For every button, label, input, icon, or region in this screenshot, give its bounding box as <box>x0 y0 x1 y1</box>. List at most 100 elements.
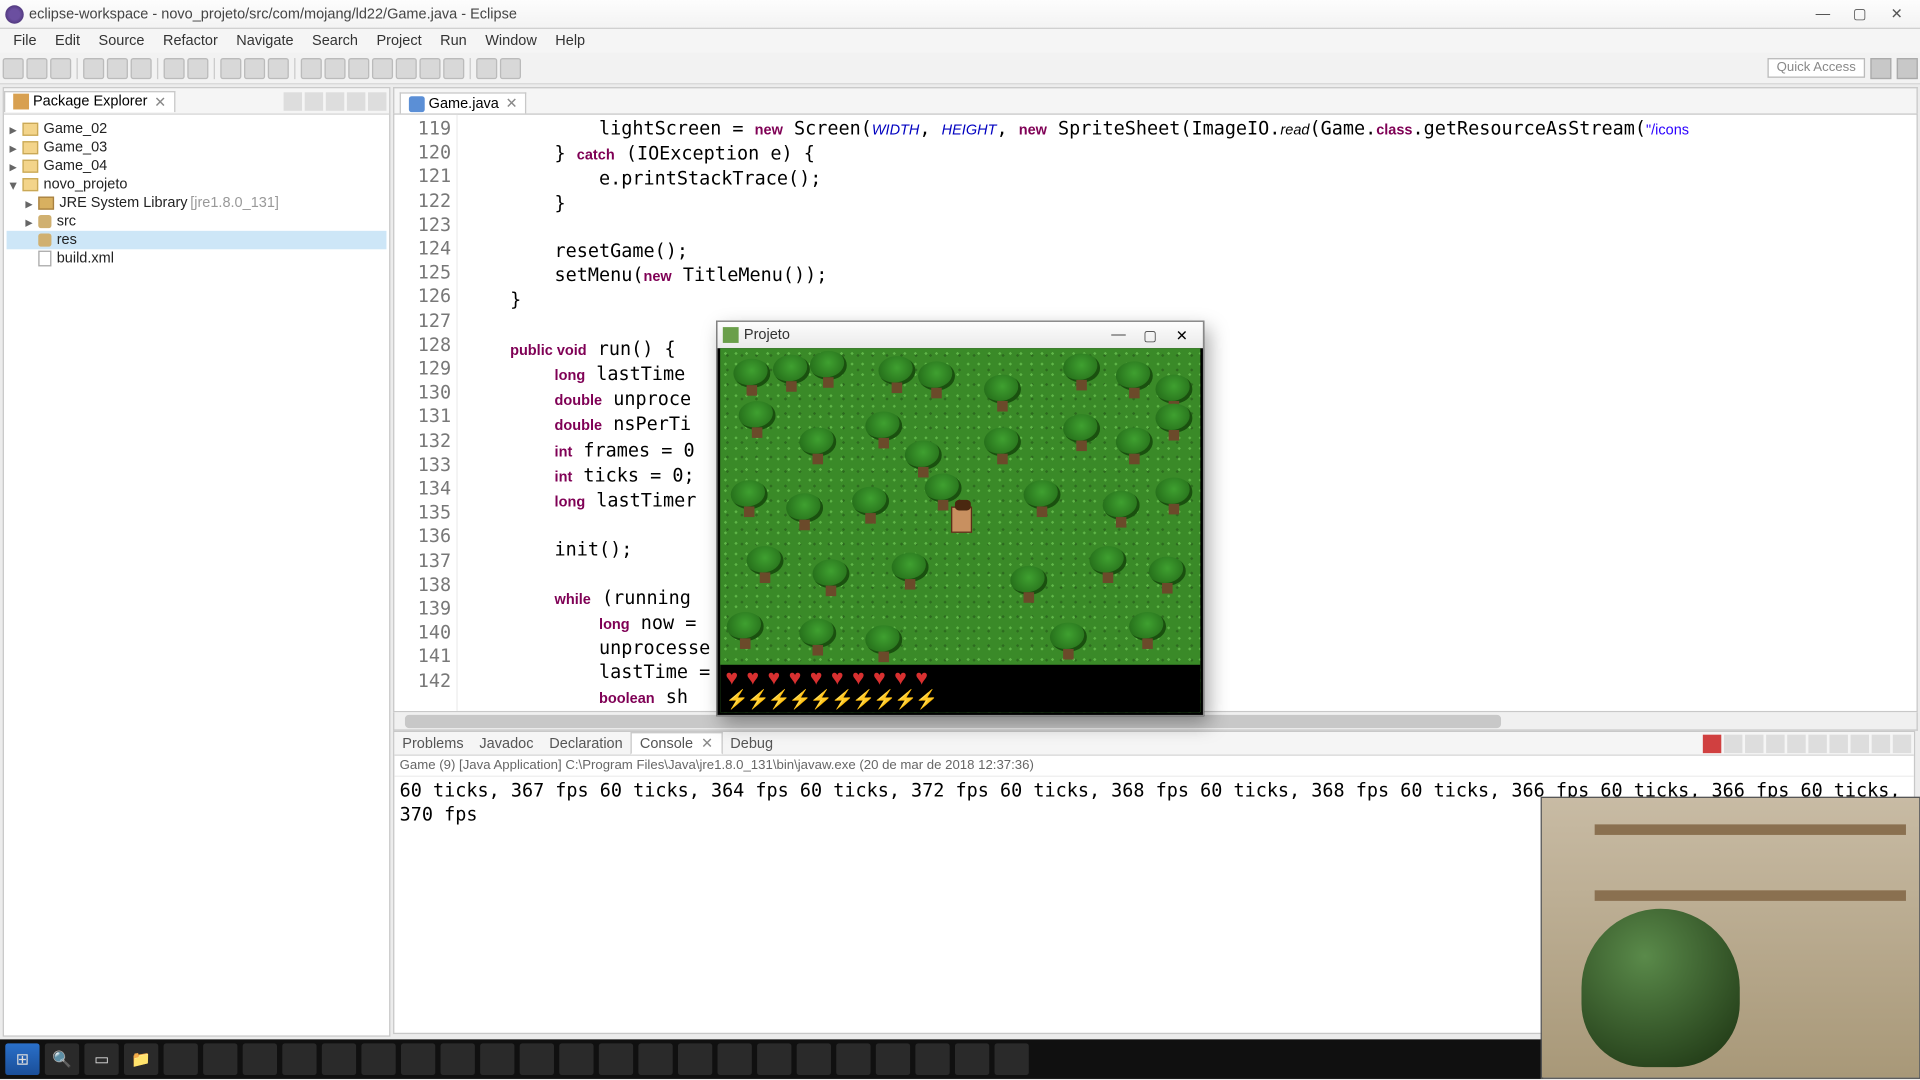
open-type-icon[interactable] <box>220 57 241 78</box>
game-minimize-button[interactable]: — <box>1103 327 1135 343</box>
edge-icon[interactable] <box>243 1043 277 1075</box>
save-icon[interactable] <box>26 57 47 78</box>
minimize-button[interactable]: — <box>1804 1 1841 27</box>
game-close-button[interactable]: ✕ <box>1166 326 1198 343</box>
menu-source[interactable]: Source <box>91 32 153 50</box>
new-icon[interactable] <box>3 57 24 78</box>
menu-help[interactable]: Help <box>547 32 593 50</box>
back-icon[interactable] <box>476 57 497 78</box>
suspend-icon[interactable] <box>348 57 369 78</box>
java-perspective-icon[interactable] <box>1870 57 1891 78</box>
coverage-icon[interactable] <box>131 57 152 78</box>
quick-access[interactable]: Quick Access <box>1767 58 1865 78</box>
app-icon[interactable] <box>836 1043 870 1075</box>
maximize-view-icon[interactable] <box>1893 734 1911 752</box>
maximize-button[interactable]: ▢ <box>1841 1 1878 27</box>
task-view-icon[interactable]: ▭ <box>84 1043 118 1075</box>
filezilla-icon[interactable] <box>441 1043 475 1075</box>
tab-problems[interactable]: Problems <box>394 734 471 752</box>
game-maximize-button[interactable]: ▢ <box>1134 326 1166 343</box>
project-tree[interactable]: ▸Game_02▸Game_03▸Game_04▾novo_projeto▸JR… <box>4 115 389 273</box>
tree-item[interactable]: ▸Game_02 <box>7 120 387 138</box>
illustrator-icon[interactable] <box>361 1043 395 1075</box>
app-icon[interactable] <box>638 1043 672 1075</box>
minimize-view-icon[interactable] <box>1872 734 1890 752</box>
toggle-breadcrumb-icon[interactable] <box>268 57 289 78</box>
menu-edit[interactable]: Edit <box>47 32 88 50</box>
file-explorer-icon[interactable]: 📁 <box>124 1043 158 1075</box>
clear-console-icon[interactable] <box>1766 734 1784 752</box>
collapse-all-icon[interactable] <box>284 92 302 110</box>
run-icon[interactable] <box>107 57 128 78</box>
step-return-icon[interactable] <box>443 57 464 78</box>
chrome-icon[interactable] <box>401 1043 435 1075</box>
scroll-lock-icon[interactable] <box>1787 734 1805 752</box>
skip-breakpoints-icon[interactable] <box>301 57 322 78</box>
menu-file[interactable]: File <box>5 32 44 50</box>
menu-refactor[interactable]: Refactor <box>155 32 226 50</box>
package-explorer-tab[interactable]: Package Explorer ✕ <box>4 90 176 111</box>
terminate-icon[interactable] <box>1703 734 1721 752</box>
app-icon[interactable] <box>797 1043 831 1075</box>
menu-search[interactable]: Search <box>304 32 366 50</box>
app-icon[interactable] <box>559 1043 593 1075</box>
resume-icon[interactable] <box>324 57 345 78</box>
game-window[interactable]: Projeto — ▢ ✕ <box>716 321 1204 717</box>
game-titlebar[interactable]: Projeto — ▢ ✕ <box>718 322 1203 348</box>
step-into-icon[interactable] <box>396 57 417 78</box>
app-icon[interactable] <box>995 1043 1029 1075</box>
maximize-view-icon[interactable] <box>368 92 386 110</box>
tree-item[interactable]: ▸Game_03 <box>7 138 387 156</box>
notepad-icon[interactable] <box>678 1043 712 1075</box>
app-icon[interactable] <box>955 1043 989 1075</box>
tree-item[interactable]: ▸src <box>7 212 387 230</box>
menu-window[interactable]: Window <box>477 32 544 50</box>
display-console-icon[interactable] <box>1829 734 1847 752</box>
skype-icon[interactable] <box>876 1043 910 1075</box>
discord-icon[interactable] <box>757 1043 791 1075</box>
tab-console[interactable]: Console✕ <box>631 732 723 754</box>
tree-item[interactable]: res <box>7 231 387 249</box>
search-icon[interactable]: 🔍 <box>45 1043 79 1075</box>
open-console-icon[interactable] <box>1851 734 1869 752</box>
close-button[interactable]: ✕ <box>1878 1 1915 27</box>
tab-close-icon[interactable]: ✕ <box>503 95 518 112</box>
new-package-icon[interactable] <box>164 57 185 78</box>
link-editor-icon[interactable] <box>305 92 323 110</box>
photoshop-icon[interactable] <box>322 1043 356 1075</box>
app-icon[interactable] <box>718 1043 752 1075</box>
remove-launch-icon[interactable] <box>1724 734 1742 752</box>
game-canvas[interactable] <box>720 348 1200 712</box>
search-icon[interactable] <box>244 57 265 78</box>
app-icon[interactable] <box>599 1043 633 1075</box>
tree-item[interactable]: ▾novo_projeto <box>7 175 387 193</box>
minimize-view-icon[interactable] <box>347 92 365 110</box>
eclipse-taskbar-icon[interactable] <box>480 1043 514 1075</box>
firefox-icon[interactable] <box>282 1043 316 1075</box>
tab-close-icon[interactable]: ✕ <box>151 93 166 110</box>
app-icon[interactable] <box>520 1043 554 1075</box>
ie-icon[interactable] <box>203 1043 237 1075</box>
pin-console-icon[interactable] <box>1808 734 1826 752</box>
tree-item[interactable]: build.xml <box>7 249 387 267</box>
tab-declaration[interactable]: Declaration <box>541 734 630 752</box>
tab-javadoc[interactable]: Javadoc <box>472 734 542 752</box>
start-button[interactable]: ⊞ <box>5 1043 39 1075</box>
windows-taskbar[interactable]: ⊞ 🔍 ▭ 📁 <box>0 1039 1543 1079</box>
new-class-icon[interactable] <box>187 57 208 78</box>
forward-icon[interactable] <box>500 57 521 78</box>
app-icon[interactable] <box>915 1043 949 1075</box>
menu-project[interactable]: Project <box>369 32 430 50</box>
view-menu-icon[interactable] <box>326 92 344 110</box>
save-all-icon[interactable] <box>50 57 71 78</box>
debug-perspective-icon[interactable] <box>1897 57 1918 78</box>
step-over-icon[interactable] <box>419 57 440 78</box>
remove-all-icon[interactable] <box>1745 734 1763 752</box>
debug-icon[interactable] <box>83 57 104 78</box>
menu-run[interactable]: Run <box>432 32 474 50</box>
steam-icon[interactable] <box>164 1043 198 1075</box>
tree-item[interactable]: ▸Game_04 <box>7 157 387 175</box>
editor-tab-game[interactable]: Game.java ✕ <box>400 92 527 113</box>
menu-navigate[interactable]: Navigate <box>228 32 301 50</box>
terminate-icon[interactable] <box>372 57 393 78</box>
